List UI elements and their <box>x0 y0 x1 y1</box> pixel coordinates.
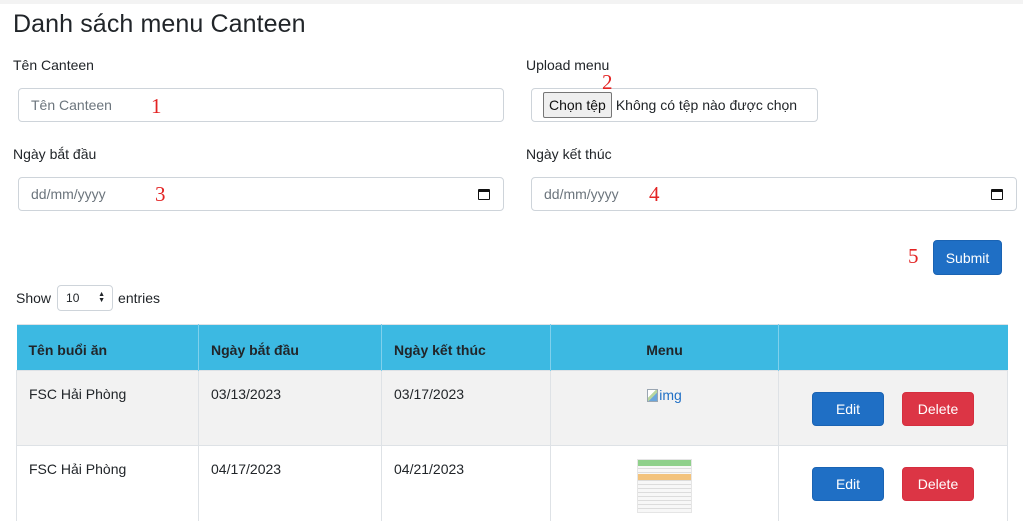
delete-button[interactable]: Delete <box>902 392 974 426</box>
start-date-label: Ngày bắt đầu <box>13 146 97 162</box>
end-date-input[interactable]: dd/mm/yyyy <box>531 177 1017 211</box>
submit-button[interactable]: Submit <box>933 240 1002 275</box>
header-actions <box>778 324 1008 371</box>
menu-thumbnail-image[interactable] <box>637 459 692 513</box>
delete-button[interactable]: Delete <box>902 467 974 501</box>
file-status-text: Không có tệp nào được chọn <box>615 97 798 113</box>
edit-button[interactable]: Edit <box>812 467 884 501</box>
cell-menu: img <box>550 370 779 446</box>
cell-end-date: 03/17/2023 <box>381 370 551 446</box>
cell-meal-name: FSC Hải Phòng <box>16 445 199 521</box>
menu-table: Tên buổi ăn Ngày bắt đầu Ngày kết thúc M… <box>16 324 1008 521</box>
calendar-icon[interactable] <box>477 187 491 201</box>
cell-start-date: 04/17/2023 <box>198 445 382 521</box>
header-end-date[interactable]: Ngày kết thúc <box>381 324 551 371</box>
upload-menu-label: Upload menu <box>526 57 610 73</box>
header-start-date[interactable]: Ngày bắt đầu <box>198 324 382 371</box>
annotation-1: 1 <box>151 94 162 118</box>
cell-meal-name: FSC Hải Phòng <box>16 370 199 446</box>
entries-label: entries <box>118 290 161 306</box>
show-label: Show <box>16 290 52 306</box>
choose-file-button[interactable]: Chọn tệp <box>543 92 612 118</box>
end-date-placeholder: dd/mm/yyyy <box>544 186 619 202</box>
cell-actions: Edit Delete <box>778 445 1008 521</box>
table-header-row: Tên buổi ăn Ngày bắt đầu Ngày kết thúc M… <box>16 324 1008 371</box>
header-menu[interactable]: Menu <box>550 324 779 371</box>
entries-select[interactable]: 10 ▲ ▼ <box>57 285 114 311</box>
canteen-name-placeholder: Tên Canteen <box>31 97 112 113</box>
table-row: FSC Hải Phòng 04/17/2023 04/21/2023 Edit… <box>16 445 1008 521</box>
cell-actions: Edit Delete <box>778 370 1008 446</box>
start-date-placeholder: dd/mm/yyyy <box>31 186 106 202</box>
cell-menu <box>550 445 779 521</box>
select-arrows-icon: ▲ ▼ <box>98 291 106 304</box>
annotation-5: 5 <box>908 244 919 268</box>
header-meal-name[interactable]: Tên buổi ăn <box>16 324 199 371</box>
broken-image-icon <box>647 388 659 402</box>
show-entries-control: Show 10 ▲ ▼ entries <box>16 285 160 311</box>
top-shadow <box>0 0 1023 4</box>
canteen-name-input[interactable]: Tên Canteen <box>18 88 504 122</box>
table-row: FSC Hải Phòng 03/13/2023 03/17/2023 img … <box>16 370 1008 446</box>
edit-button[interactable]: Edit <box>812 392 884 426</box>
upload-menu-file-input[interactable]: Chọn tệp Không có tệp nào được chọn <box>531 88 818 122</box>
canteen-name-label: Tên Canteen <box>13 57 94 73</box>
annotation-3: 3 <box>155 182 166 206</box>
page-title: Danh sách menu Canteen <box>13 10 306 38</box>
cell-end-date: 04/21/2023 <box>381 445 551 521</box>
calendar-icon[interactable] <box>990 187 1004 201</box>
menu-image-alt: img <box>659 387 682 403</box>
cell-start-date: 03/13/2023 <box>198 370 382 446</box>
entries-value: 10 <box>66 291 80 305</box>
menu-image-broken[interactable]: img <box>647 387 682 403</box>
annotation-4: 4 <box>649 182 660 206</box>
end-date-label: Ngày kết thúc <box>526 146 612 162</box>
start-date-input[interactable]: dd/mm/yyyy <box>18 177 504 211</box>
annotation-2: 2 <box>602 70 613 94</box>
